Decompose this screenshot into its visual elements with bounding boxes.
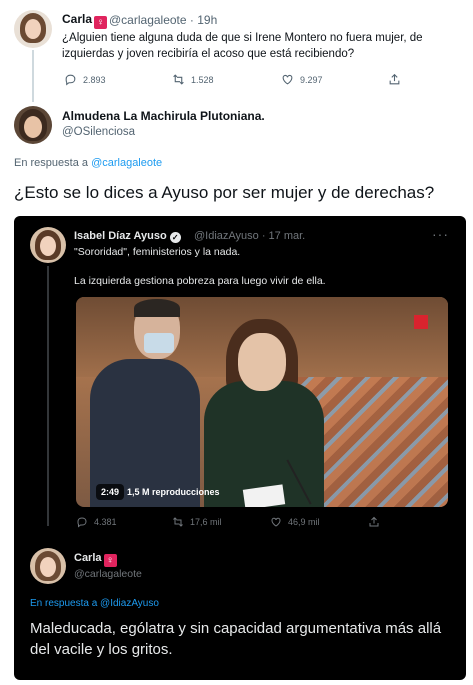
heart-icon [282, 74, 293, 85]
reply-to-link[interactable]: @carlagaleote [91, 157, 162, 169]
embedded-tweet-text-line2: La izquierda gestiona pobreza para luego… [74, 275, 326, 287]
embedded-reply-text: Maleducada, ególatra y sin capacidad arg… [30, 620, 442, 658]
tweet-text: ¿Alguien tiene alguna duda de que si Ire… [62, 32, 423, 60]
reply-icon [65, 74, 76, 86]
embedded-reply-author-name: Carla ♀ [74, 552, 117, 567]
embedded-reply-author-handle: @carlagaleote [74, 568, 142, 580]
reply-prefix: En respuesta a [14, 157, 88, 169]
author-name-text: Carla [62, 12, 93, 26]
female-sign-icon: ♀ [103, 554, 117, 567]
reply-to-link: @IdiazAyuso [100, 598, 159, 609]
tweet-author-handle[interactable]: @carlagaleote · 19h [109, 13, 217, 27]
video-face-mask [144, 333, 174, 353]
reply-count: 4.381 [94, 517, 117, 527]
share-icon [389, 73, 400, 85]
heart-icon [271, 517, 281, 527]
author-name-text: Carla [74, 552, 102, 564]
embedded-author-handle: @IdiazAyuso · 17 mar. [194, 230, 306, 242]
reply-count: 2.893 [83, 74, 106, 85]
avatar[interactable] [14, 106, 52, 144]
more-options-icon: ··· [432, 226, 449, 242]
embedded-image[interactable]: Isabel Díaz Ayuso ✓ @IdiazAyuso · 17 mar.… [14, 216, 466, 680]
video-thumbnail [76, 297, 448, 507]
thread-line [32, 50, 34, 102]
like-count: 9.297 [300, 74, 323, 85]
reply-icon [77, 517, 87, 528]
avatar [30, 548, 66, 584]
retweet-count: 1.528 [191, 74, 214, 85]
video-channel-logo [414, 315, 428, 329]
embedded-share-stat [368, 516, 380, 528]
share-icon [369, 516, 379, 527]
reply-prefix: En respuesta a [30, 598, 98, 609]
tweet-author-handle[interactable]: @OSilenciosa [62, 126, 135, 138]
tweet-author-name[interactable]: Almudena La Machirula Plutoniana. [62, 109, 265, 123]
female-sign-icon: ♀ [94, 16, 108, 29]
retweet-icon [173, 517, 183, 527]
video-duration: 2:49 [96, 484, 125, 500]
embedded-retweet-stat: 17,6 mil [172, 516, 222, 528]
avatar[interactable] [14, 10, 52, 48]
share-button[interactable] [388, 73, 401, 86]
video-views: 1,5 M reproducciones [127, 487, 220, 497]
like-button[interactable]: 9.297 [281, 73, 323, 86]
like-count: 46,9 mil [288, 517, 320, 527]
tweet-text: ¿Esto se lo dices a Ayuso por ser mujer … [14, 183, 435, 202]
thread-line [47, 266, 49, 526]
embedded-reply-context: En respuesta a @IdiazAyuso [30, 598, 159, 609]
reply-button[interactable]: 2.893 [64, 73, 106, 86]
retweet-count: 17,6 mil [190, 517, 222, 527]
embedded-like-stat: 46,9 mil [270, 516, 320, 528]
retweet-icon [173, 74, 184, 85]
retweet-button[interactable]: 1.528 [172, 73, 214, 86]
avatar [30, 227, 66, 263]
embedded-author-name: Isabel Díaz Ayuso ✓ [74, 230, 181, 243]
reply-context: En respuesta a @carlagaleote [14, 157, 162, 169]
embedded-reply-stat: 4.381 [76, 516, 117, 528]
video-person-woman-face [238, 333, 286, 391]
verified-icon: ✓ [169, 232, 181, 243]
tweet-author-name[interactable]: Carla ♀ [62, 12, 108, 29]
video-person-man-hair [134, 299, 180, 317]
embedded-tweet-text-line1: "Sororidad", feministerios y la nada. [74, 246, 241, 258]
author-name-text: Isabel Díaz Ayuso [74, 230, 167, 242]
